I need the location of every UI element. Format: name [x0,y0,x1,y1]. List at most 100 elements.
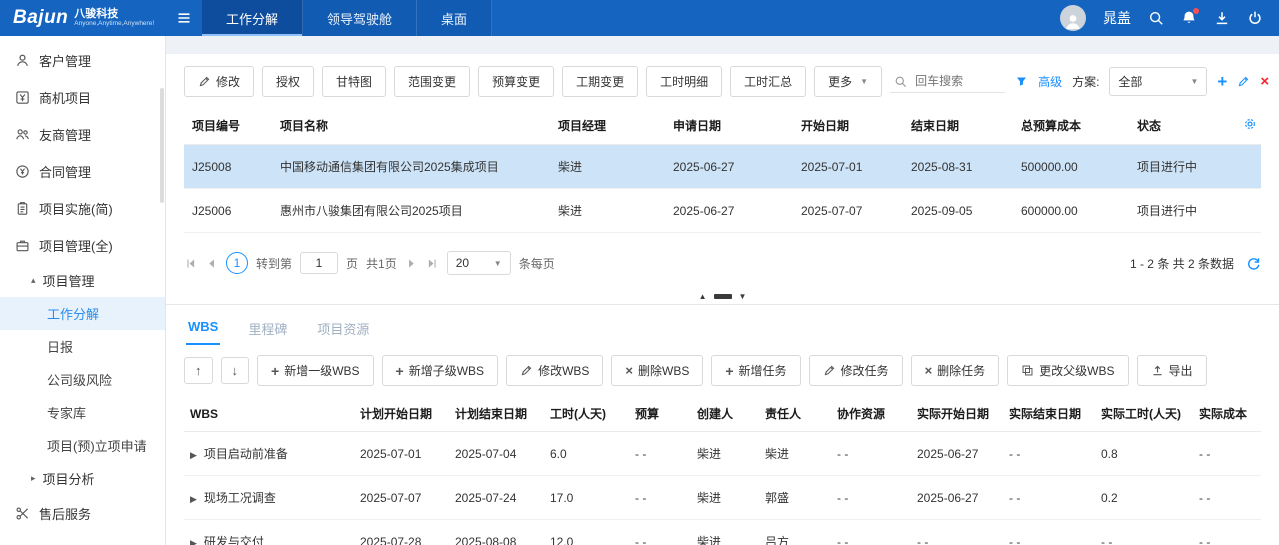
more-button[interactable]: 更多 ▼ [814,66,882,97]
add-task-button[interactable]: +新增任务 [711,355,800,386]
edit-scheme-icon[interactable] [1237,75,1250,88]
move-down-button[interactable]: ↓ [221,357,250,384]
wbs-row[interactable]: ▶项目启动前准备2025-07-012025-07-046.0- -柴进柴进- … [184,432,1261,476]
column-header[interactable]: 结束日期 [903,107,1013,145]
tab-work-breakdown[interactable]: 工作分解 [202,0,303,36]
wbs-row[interactable]: ▶研发与交付2025-07-282025-08-0812.0- -柴进吕方- -… [184,520,1261,545]
wbs-row[interactable]: ▶现场工况调查2025-07-072025-07-2417.0- -柴进郭盛- … [184,476,1261,520]
collapse-down-icon[interactable]: ▼ [739,293,747,301]
column-header[interactable]: 项目经理 [550,107,665,145]
collapse-up-icon[interactable]: ▲ [699,293,707,301]
search-input[interactable] [913,73,1001,89]
export-button[interactable]: 导出 [1137,355,1207,386]
authorize-button[interactable]: 授权 [262,66,314,97]
column-header[interactable]: 预算 [629,396,691,432]
edit-task-button[interactable]: 修改任务 [809,355,903,386]
search-icon[interactable] [1148,10,1164,26]
column-header[interactable]: 实际开始日期 [911,396,1003,432]
sidebar-item-vendors[interactable]: 友商管理 [0,116,165,153]
expand-caret-icon[interactable]: ▶ [190,538,197,545]
splitter-drag-handle[interactable] [714,294,732,299]
sidebar-item-customers[interactable]: 客户管理 [0,42,165,79]
scope-change-button[interactable]: 范围变更 [394,66,470,97]
column-header[interactable]: 状态 [1129,107,1229,145]
tab-wbs[interactable]: WBS [186,313,220,345]
sidebar-item-contracts[interactable]: 合同管理 [0,153,165,190]
add-child-wbs-button[interactable]: +新增子级WBS [382,355,499,386]
search-box[interactable] [890,70,1005,93]
hours-detail-button[interactable]: 工时明细 [646,66,722,97]
column-header[interactable]: 总预算成本 [1013,107,1129,145]
add-scheme-icon[interactable]: + [1217,76,1227,88]
column-header[interactable]: 协作资源 [831,396,911,432]
refresh-icon[interactable] [1246,256,1261,271]
budget-change-button[interactable]: 预算变更 [478,66,554,97]
edit-wbs-button[interactable]: 修改WBS [506,355,603,386]
next-page-icon[interactable] [405,257,418,270]
advanced-search-link[interactable]: 高级 [1038,73,1062,90]
column-header[interactable]: 开始日期 [793,107,903,145]
add-level1-wbs-button[interactable]: +新增一级WBS [257,355,374,386]
column-header[interactable]: 项目名称 [272,107,550,145]
delete-scheme-icon[interactable]: × [1260,76,1269,88]
delete-task-button[interactable]: ×删除任务 [911,355,1000,386]
scheme-select[interactable]: 全部 ▼ [1109,67,1207,96]
column-header[interactable]: 计划结束日期 [449,396,544,432]
column-header[interactable]: 实际成本 [1193,396,1261,432]
page-size-select[interactable]: 20 ▼ [447,251,511,275]
prev-page-icon[interactable] [205,257,218,270]
column-header[interactable]: 责任人 [759,396,831,432]
sidebar-item-opportunities[interactable]: 商机项目 [0,79,165,116]
filter-funnel-icon[interactable] [1015,75,1028,88]
sidebar-item-company-risk[interactable]: 公司级风险 [0,363,165,396]
tab-project-resources[interactable]: 项目资源 [315,313,371,345]
sidebar-item-work-breakdown[interactable]: 工作分解 [0,297,165,330]
sidebar-item-project-management[interactable]: 项目管理(全) [0,227,165,264]
column-header[interactable]: 项目编号 [184,107,272,145]
column-header[interactable]: 实际工时(人天) [1095,396,1193,432]
sidebar-item-daily-report[interactable]: 日报 [0,330,165,363]
modify-button[interactable]: 修改 [184,66,254,97]
page-number-input[interactable] [300,252,338,274]
sidebar-item-project-approval[interactable]: 项目(预)立项申请 [0,429,165,462]
power-icon[interactable] [1247,10,1263,26]
wbs-cell: 柴进 [691,432,759,476]
sidebar-group-project-analysis[interactable]: ▸ 项目分析 [0,462,165,495]
change-parent-wbs-button[interactable]: 更改父级WBS [1007,355,1128,386]
sidebar-item-after-sales[interactable]: 售后服务 [0,495,165,532]
menu-toggle-icon[interactable] [166,0,202,36]
column-header[interactable]: 计划开始日期 [354,396,449,432]
tab-leader-cockpit[interactable]: 领导驾驶舱 [303,0,417,36]
column-header[interactable]: 工时(人天) [544,396,629,432]
project-row[interactable]: J25008中国移动通信集团有限公司2025集成项目柴进2025-06-2720… [184,145,1261,189]
sidebar-group-project-management[interactable]: ▴ 项目管理 [0,264,165,297]
username[interactable]: 晁盖 [1103,8,1131,28]
bell-icon[interactable] [1181,10,1197,26]
column-header[interactable]: 申请日期 [665,107,793,145]
avatar[interactable] [1060,5,1086,31]
project-row[interactable]: J25006惠州市八骏集团有限公司2025项目柴进2025-06-272025-… [184,189,1261,233]
last-page-icon[interactable] [426,257,439,270]
duration-change-button[interactable]: 工期变更 [562,66,638,97]
column-header[interactable]: 实际结束日期 [1003,396,1095,432]
move-up-button[interactable]: ↑ [184,357,213,384]
column-settings-gear-icon[interactable] [1229,107,1261,145]
hours-summary-button[interactable]: 工时汇总 [730,66,806,97]
column-header[interactable]: WBS [184,396,354,432]
download-icon[interactable] [1214,10,1230,26]
column-header[interactable]: 创建人 [691,396,759,432]
tab-milestones[interactable]: 里程碑 [246,313,289,345]
app-logo[interactable]: Bajun 八骏科技 Anyone,Anytime,Anywhere! [0,0,166,36]
delete-wbs-button[interactable]: ×删除WBS [611,355,703,386]
wbs-cell: - - [831,432,911,476]
sidebar-item-implementation[interactable]: 项目实施(简) [0,190,165,227]
current-page-indicator[interactable]: 1 [226,252,248,274]
expand-caret-icon[interactable]: ▶ [190,494,197,504]
sidebar-scrollbar[interactable] [160,88,164,203]
wbs-cell: ▶项目启动前准备 [184,432,354,476]
sidebar-item-expert-library[interactable]: 专家库 [0,396,165,429]
tab-desktop[interactable]: 桌面 [417,0,492,36]
gantt-button[interactable]: 甘特图 [322,66,386,97]
expand-caret-icon[interactable]: ▶ [190,450,197,460]
first-page-icon[interactable] [184,257,197,270]
